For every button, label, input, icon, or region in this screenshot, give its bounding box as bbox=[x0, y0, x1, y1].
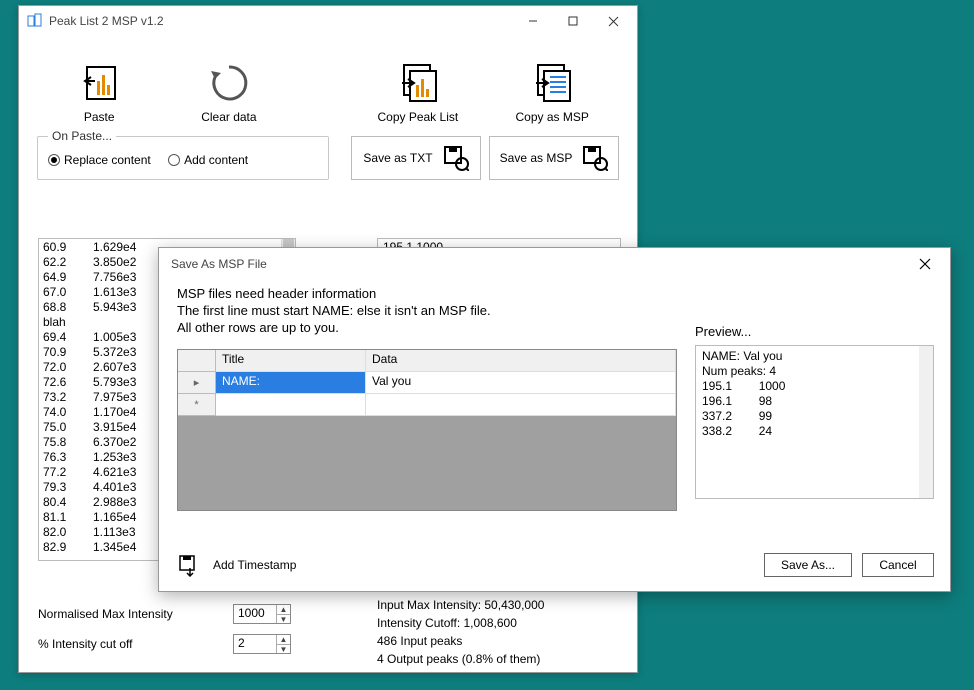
close-button[interactable] bbox=[593, 8, 633, 34]
copy-msp-icon bbox=[487, 58, 617, 108]
grid-header-row: Title Data bbox=[178, 350, 676, 372]
replace-label: Replace content bbox=[64, 153, 151, 167]
copy-msp-label: Copy as MSP bbox=[487, 110, 617, 124]
preview-textbox[interactable]: NAME: Val youNum peaks: 4195.1 1000196.1… bbox=[695, 345, 934, 499]
paste-icon bbox=[39, 58, 159, 108]
grid-row-1[interactable]: ▸ NAME: Val you bbox=[178, 372, 676, 394]
grid-row-handle[interactable]: ▸ bbox=[178, 372, 216, 394]
main-titlebar: Peak List 2 MSP v1.2 bbox=[19, 6, 637, 36]
add-timestamp-label: Add Timestamp bbox=[213, 558, 296, 572]
grid-header-title: Title bbox=[216, 350, 366, 372]
stat-output-peaks: 4 Output peaks (0.8% of them) bbox=[377, 650, 544, 668]
save-as-button[interactable]: Save As... bbox=[764, 553, 852, 577]
dialog-info-line-1: MSP files need header information bbox=[177, 286, 677, 301]
grid-cell-data[interactable]: Val you bbox=[366, 372, 676, 394]
grid-header-data: Data bbox=[366, 350, 676, 372]
stat-input-peaks: 486 Input peaks bbox=[377, 632, 544, 650]
timestamp-icon bbox=[177, 553, 199, 577]
intensity-cutoff-spinner[interactable]: 2 ▲▼ bbox=[233, 634, 291, 654]
dialog-info-text: MSP files need header information The fi… bbox=[177, 286, 677, 335]
copy-peak-list-button[interactable]: Copy Peak List bbox=[348, 58, 487, 124]
clear-data-button[interactable]: Clear data bbox=[159, 58, 298, 124]
add-label: Add content bbox=[184, 153, 248, 167]
grid-cell-title[interactable]: NAME: bbox=[216, 372, 366, 394]
dialog-info-line-3: All other rows are up to you. bbox=[177, 320, 677, 335]
preview-label: Preview... bbox=[695, 324, 934, 339]
copy-peak-icon bbox=[348, 58, 487, 108]
preview-scrollbar[interactable] bbox=[919, 346, 933, 498]
dialog-close-button[interactable] bbox=[904, 250, 946, 278]
stat-cutoff: Intensity Cutoff: 1,008,600 bbox=[377, 614, 544, 632]
preview-line: 196.1 98 bbox=[702, 394, 927, 409]
grid-row-new[interactable]: * bbox=[178, 394, 676, 416]
clear-icon bbox=[159, 58, 298, 108]
main-toolbar: Paste Clear data Copy Peak List Copy as … bbox=[19, 36, 637, 128]
norm-value: 1000 bbox=[234, 605, 276, 623]
grid-row-handle-new[interactable]: * bbox=[178, 394, 216, 416]
save-msp-label: Save as MSP bbox=[500, 151, 573, 165]
copy-as-msp-button[interactable]: Copy as MSP bbox=[487, 58, 617, 124]
minimize-button[interactable] bbox=[513, 8, 553, 34]
save-msp-dialog: Save As MSP File MSP files need header i… bbox=[158, 247, 951, 592]
header-grid[interactable]: Title Data ▸ NAME: Val you * bbox=[177, 349, 677, 511]
save-msp-icon bbox=[582, 145, 608, 171]
on-paste-legend: On Paste... bbox=[48, 129, 116, 143]
cancel-button[interactable]: Cancel bbox=[862, 553, 934, 577]
preview-line: Num peaks: 4 bbox=[702, 364, 927, 379]
add-timestamp-button[interactable]: Add Timestamp bbox=[177, 553, 296, 577]
add-content-radio[interactable]: Add content bbox=[168, 153, 248, 167]
save-as-txt-button[interactable]: Save as TXT bbox=[351, 136, 481, 180]
spinner-up-icon[interactable]: ▲ bbox=[277, 605, 290, 615]
cutoff-value: 2 bbox=[234, 635, 276, 653]
save-as-msp-button[interactable]: Save as MSP bbox=[489, 136, 619, 180]
intensity-cutoff-label: % Intensity cut off bbox=[38, 637, 233, 651]
app-icon bbox=[27, 13, 43, 29]
copy-peak-label: Copy Peak List bbox=[348, 110, 487, 124]
dialog-title: Save As MSP File bbox=[167, 257, 904, 271]
stats-panel: Input Max Intensity: 50,430,000 Intensit… bbox=[377, 596, 544, 668]
norm-max-intensity-label: Normalised Max Intensity bbox=[38, 607, 233, 621]
replace-content-radio[interactable]: Replace content bbox=[48, 153, 151, 167]
paste-button[interactable]: Paste bbox=[39, 58, 159, 124]
spinner-down-icon[interactable]: ▼ bbox=[277, 615, 290, 624]
spinner-up-icon[interactable]: ▲ bbox=[277, 635, 290, 645]
dialog-info-line-2: The first line must start NAME: else it … bbox=[177, 303, 677, 318]
save-txt-icon bbox=[443, 145, 469, 171]
preview-line: 337.2 99 bbox=[702, 409, 927, 424]
paste-label: Paste bbox=[39, 110, 159, 124]
preview-line: 195.1 1000 bbox=[702, 379, 927, 394]
maximize-button[interactable] bbox=[553, 8, 593, 34]
spinner-down-icon[interactable]: ▼ bbox=[277, 645, 290, 654]
stat-input-max: Input Max Intensity: 50,430,000 bbox=[377, 596, 544, 614]
clear-label: Clear data bbox=[159, 110, 298, 124]
norm-max-intensity-spinner[interactable]: 1000 ▲▼ bbox=[233, 604, 291, 624]
preview-line: NAME: Val you bbox=[702, 349, 927, 364]
save-txt-label: Save as TXT bbox=[363, 151, 432, 165]
preview-line: 338.2 24 bbox=[702, 424, 927, 439]
dialog-titlebar: Save As MSP File bbox=[159, 248, 950, 280]
on-paste-group: On Paste... Replace content Add content bbox=[37, 136, 329, 180]
main-window-title: Peak List 2 MSP v1.2 bbox=[49, 14, 513, 28]
